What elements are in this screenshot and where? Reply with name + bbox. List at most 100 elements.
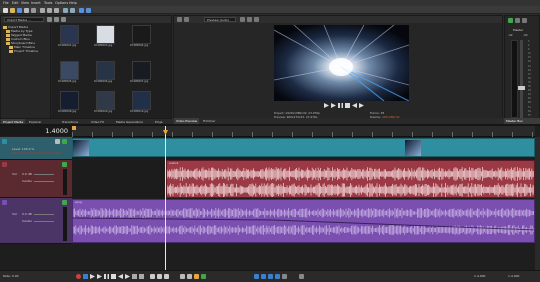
selection-tool-icon[interactable] [164, 274, 169, 279]
track-header-video[interactable]: Level: 100.0 % [0, 137, 72, 160]
media-thumbnail[interactable] [60, 25, 79, 44]
pause-bottom-icon[interactable] [104, 274, 109, 279]
copy-icon[interactable] [47, 7, 52, 13]
next-frame-bottom-icon[interactable] [139, 274, 144, 279]
menu-insert[interactable]: Insert [31, 1, 41, 5]
trim-icon[interactable] [187, 274, 192, 279]
tunnel-image [274, 25, 409, 101]
media-thumbnail[interactable] [96, 91, 115, 110]
loop-region-marker[interactable] [72, 126, 76, 130]
audio-clip-1[interactable]: audio1 [166, 160, 535, 198]
track-number-badge [2, 139, 7, 144]
refresh-icon[interactable] [54, 17, 59, 22]
up-folder-icon[interactable] [47, 17, 52, 22]
loop-icon[interactable] [83, 274, 88, 279]
media-thumbnail[interactable] [60, 91, 79, 110]
copy-snapshot-icon[interactable] [254, 17, 259, 22]
help-icon[interactable] [79, 7, 84, 13]
stop-bottom-icon[interactable] [111, 274, 116, 279]
next-frame-icon[interactable] [359, 103, 364, 108]
audio-clip-2[interactable]: song [72, 199, 535, 243]
menu-file[interactable]: File [3, 1, 9, 5]
preview-quality-dropdown[interactable]: Preview (Auto) [204, 17, 236, 22]
stop-icon[interactable] [345, 103, 350, 108]
whats-this-icon[interactable] [86, 7, 91, 13]
go-start-icon[interactable] [118, 274, 123, 279]
bottom-bar: Rate: 0.00 1.4.000 1.4.000 [0, 270, 540, 282]
go-end-icon[interactable] [125, 274, 130, 279]
audio-waveform-1 [167, 167, 534, 197]
master-fader[interactable] [520, 40, 523, 118]
media-thumbnail[interactable] [132, 91, 151, 110]
play-icon[interactable] [331, 103, 336, 108]
master-solo-icon[interactable] [522, 18, 527, 23]
auto-crossfade-icon[interactable] [275, 274, 280, 279]
menu-options[interactable]: Options [55, 1, 68, 5]
undo-icon[interactable] [63, 7, 68, 13]
video-level-slider[interactable] [12, 152, 62, 154]
track-header-audio-1[interactable]: Vol: 0.0 dB Center [0, 160, 72, 198]
menu-view[interactable]: View [21, 1, 29, 5]
track-fx-icon[interactable] [62, 139, 67, 144]
normal-edit-tool-icon[interactable] [150, 274, 155, 279]
zoom-icon[interactable] [299, 274, 304, 279]
audio-2-pan-slider[interactable] [34, 220, 54, 222]
properties-icon[interactable] [31, 7, 36, 13]
render-icon[interactable] [24, 7, 29, 13]
audio-1-vol-slider[interactable] [34, 173, 54, 175]
auto-ripple-icon[interactable] [261, 274, 266, 279]
paste-icon[interactable] [54, 7, 59, 13]
clip-thumbnail-start [73, 140, 89, 156]
preview-fx-icon[interactable] [184, 17, 189, 22]
track-fx-icon[interactable] [62, 200, 67, 205]
overlay-icon[interactable] [240, 17, 245, 22]
marker-icon[interactable] [194, 274, 199, 279]
track-motion-icon[interactable] [55, 139, 60, 144]
timeline-vscroll[interactable] [535, 137, 540, 270]
menu-help[interactable]: Help [69, 1, 77, 5]
menu-edit[interactable]: Edit [12, 1, 19, 5]
new-project-icon[interactable] [3, 7, 8, 13]
record-icon[interactable] [76, 274, 81, 279]
media-thumbnail[interactable] [96, 25, 115, 44]
snapshot-icon[interactable] [247, 17, 252, 22]
split-icon[interactable] [180, 274, 185, 279]
prev-frame-bottom-icon[interactable] [132, 274, 137, 279]
play-bottom-icon[interactable] [97, 274, 102, 279]
play-from-start-bottom-icon[interactable] [90, 274, 95, 279]
redo-icon[interactable] [70, 7, 75, 13]
tree-item-project-timeline[interactable]: Project Timeline [9, 49, 38, 53]
master-fader-thumb[interactable] [518, 86, 525, 90]
save-icon[interactable] [17, 7, 22, 13]
timeline-ruler[interactable] [72, 126, 535, 137]
master-mute-icon[interactable] [515, 18, 520, 23]
media-thumbnail[interactable] [96, 61, 115, 80]
media-thumbnail-label: DCIM0001.jpg [58, 44, 77, 47]
audio-1-pan-slider[interactable] [34, 180, 54, 182]
cut-icon[interactable] [40, 7, 45, 13]
prev-frame-icon[interactable] [352, 103, 357, 108]
media-thumbnail[interactable] [132, 61, 151, 80]
master-meter [511, 40, 518, 118]
ignore-grouping-icon[interactable] [282, 274, 287, 279]
snap-icon[interactable] [254, 274, 259, 279]
master-fx-icon[interactable] [508, 18, 513, 23]
video-clip[interactable] [72, 138, 535, 157]
explorer-dropdown[interactable]: Import Media ... [4, 17, 44, 22]
menu-tools[interactable]: Tools [44, 1, 52, 5]
envelope-tool-icon[interactable] [157, 274, 162, 279]
track-fx-icon[interactable] [62, 162, 67, 167]
pause-icon[interactable] [338, 103, 343, 108]
play-from-start-icon[interactable] [324, 103, 329, 108]
region-icon[interactable] [201, 274, 206, 279]
open-icon[interactable] [10, 7, 15, 13]
media-thumbnail[interactable] [132, 25, 151, 44]
preview-settings-icon[interactable] [177, 17, 182, 22]
lock-envelopes-icon[interactable] [268, 274, 273, 279]
media-thumbnail[interactable] [60, 61, 79, 80]
playhead[interactable] [165, 126, 166, 270]
track-header-audio-2[interactable]: Vol: 0.0 dB Center [0, 198, 72, 244]
views-icon[interactable] [61, 17, 66, 22]
video-level-label: Level: 100.0 % [12, 147, 35, 151]
audio-2-vol-slider[interactable] [34, 213, 54, 215]
